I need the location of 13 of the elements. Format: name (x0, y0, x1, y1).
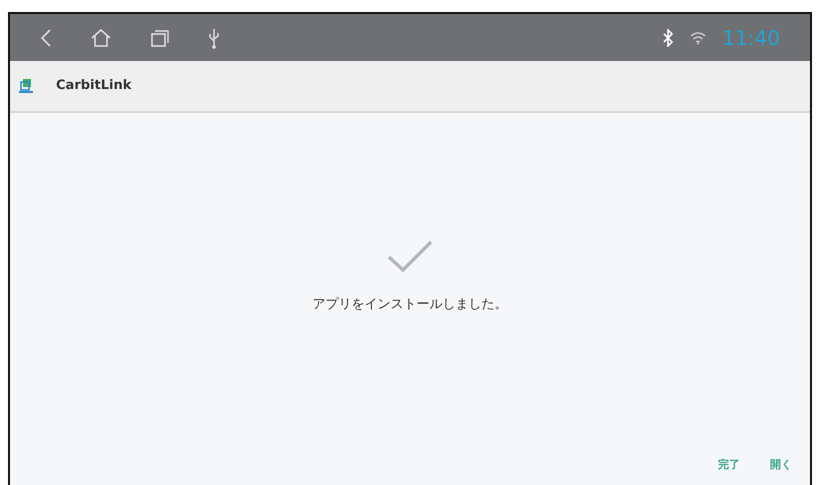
usb-icon (208, 26, 220, 48)
wifi-icon (690, 30, 706, 44)
home-icon[interactable] (90, 28, 112, 48)
text-button[interactable]: 完了 (718, 456, 740, 473)
text-button[interactable]: 開く (770, 456, 792, 473)
back-icon[interactable] (40, 28, 52, 48)
app-icon (18, 78, 34, 94)
recent-apps-icon[interactable] (150, 28, 170, 46)
checkmark-icon (387, 239, 433, 273)
clock: 11:40 (722, 24, 780, 52)
app-title: CarbitLink (56, 77, 132, 96)
bluetooth-icon (662, 28, 674, 46)
install-message: アプリをインストールしました。 (312, 296, 508, 314)
